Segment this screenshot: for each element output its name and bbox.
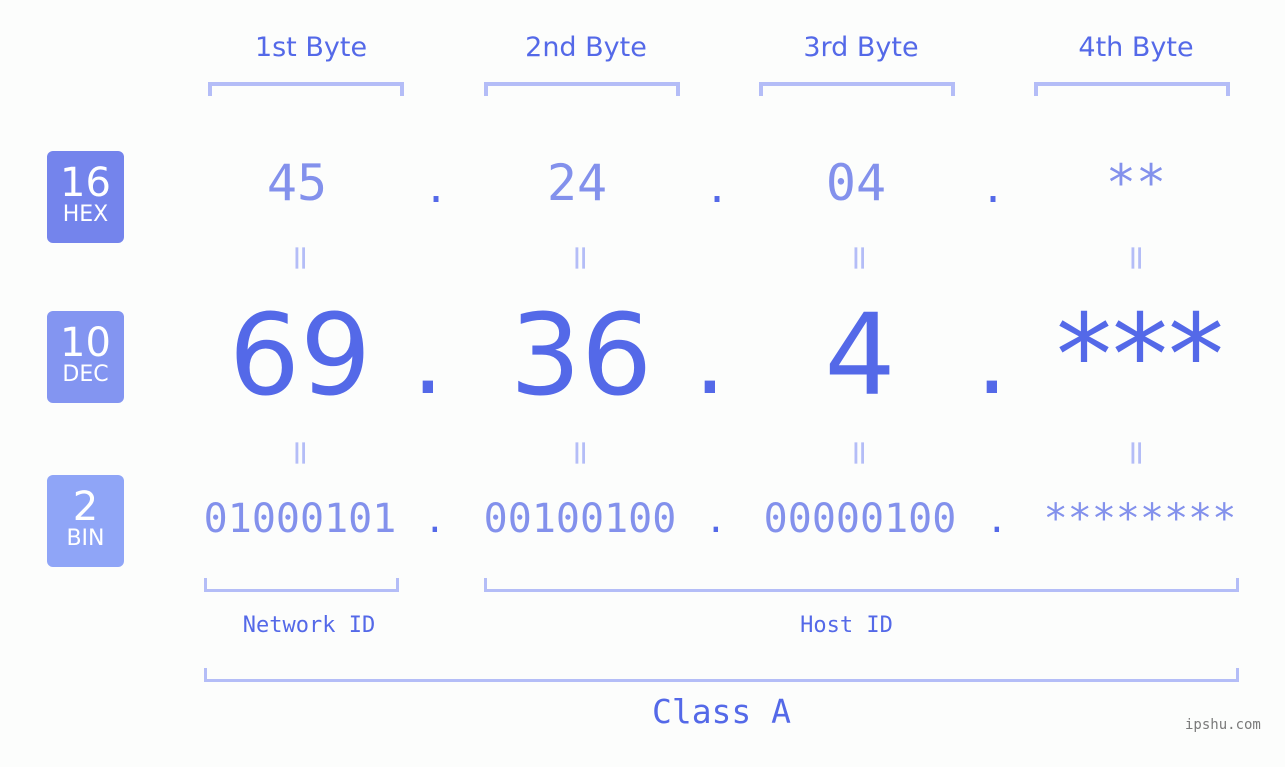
class-label: Class A: [651, 692, 792, 731]
bin-value-3: 00000100: [763, 496, 957, 542]
network-id-bracket: [204, 578, 399, 592]
bin-badge-name: BIN: [66, 526, 105, 551]
dec-separator-2: .: [694, 300, 726, 417]
byte-bracket-3: [759, 82, 955, 96]
bin-value-1: 01000101: [203, 496, 397, 542]
equals-glyph: =: [280, 243, 320, 273]
dec-value-3: 4: [824, 291, 896, 421]
byte-label-1: 1st Byte: [254, 32, 368, 63]
equals-sign: =: [1116, 238, 1156, 278]
byte-bracket-2: [484, 82, 680, 96]
dec-badge: 10 DEC: [47, 311, 124, 403]
byte-label-3: 3rd Byte: [803, 32, 919, 63]
hex-value-2: 24: [546, 154, 608, 212]
byte-bracket-4: [1034, 82, 1230, 96]
equals-sign: =: [280, 238, 320, 278]
class-bracket: [204, 668, 1239, 682]
dec-value-4: ***: [1056, 291, 1224, 421]
byte-bracket-1: [208, 82, 404, 96]
bin-badge-base: 2: [72, 484, 99, 530]
equals-glyph: =: [839, 438, 879, 468]
network-id-label: Network ID: [242, 613, 376, 638]
equals-sign: =: [839, 433, 879, 473]
bin-separator-2: .: [705, 500, 727, 541]
equals-glyph: =: [1116, 243, 1156, 273]
dec-separator-3: .: [976, 300, 1008, 417]
equals-glyph: =: [560, 243, 600, 273]
bin-separator-1: .: [424, 500, 446, 541]
hex-badge: 16 HEX: [47, 151, 124, 243]
host-id-label: Host ID: [800, 613, 893, 638]
equals-sign: =: [1116, 433, 1156, 473]
hex-separator-2: .: [705, 166, 730, 212]
equals-sign: =: [839, 238, 879, 278]
equals-glyph: =: [1116, 438, 1156, 468]
dec-badge-base: 10: [60, 320, 111, 366]
hex-separator-1: .: [424, 166, 449, 212]
hex-badge-name: HEX: [62, 202, 109, 227]
bin-separator-3: .: [986, 500, 1008, 541]
byte-label-2: 2nd Byte: [525, 32, 647, 63]
dec-value-2: 36: [509, 291, 653, 421]
bin-value-2: 00100100: [483, 496, 677, 542]
equals-glyph: =: [839, 243, 879, 273]
dec-badge-name: DEC: [62, 362, 109, 387]
equals-sign: =: [560, 433, 600, 473]
hex-separator-3: .: [981, 166, 1006, 212]
hex-value-3: 04: [825, 154, 887, 212]
hex-value-1: 45: [266, 154, 328, 212]
equals-sign: =: [280, 433, 320, 473]
host-id-bracket: [484, 578, 1239, 592]
dec-separator-1: .: [412, 300, 444, 417]
equals-sign: =: [560, 238, 600, 278]
hex-badge-base: 16: [60, 160, 111, 206]
bin-badge: 2 BIN: [47, 475, 124, 567]
equals-glyph: =: [560, 438, 600, 468]
hex-value-4: **: [1105, 154, 1167, 212]
dec-value-1: 69: [228, 291, 372, 421]
watermark: ipshu.com: [1185, 717, 1261, 733]
byte-label-4: 4th Byte: [1078, 32, 1194, 63]
bin-value-4: ********: [1043, 496, 1237, 542]
equals-glyph: =: [280, 438, 320, 468]
